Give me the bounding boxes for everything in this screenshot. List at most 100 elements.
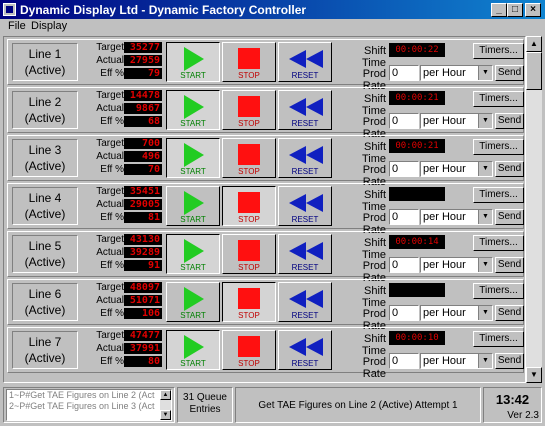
prod-rate-input[interactable]: 0 bbox=[389, 353, 419, 369]
scroll-thumb[interactable] bbox=[526, 52, 542, 90]
send-button[interactable]: Send bbox=[495, 65, 524, 81]
rewind-icon bbox=[289, 146, 323, 164]
chevron-down-icon[interactable]: ▼ bbox=[478, 258, 492, 272]
start-button[interactable]: START bbox=[166, 90, 220, 130]
prod-rate-input[interactable]: 0 bbox=[389, 161, 419, 177]
rate-unit-select[interactable]: per Hour ▼ bbox=[420, 113, 493, 129]
stop-icon bbox=[238, 288, 260, 309]
shift-time-label: Shift Time bbox=[361, 189, 386, 213]
line-status-box[interactable]: Line 4 (Active) bbox=[12, 187, 78, 225]
send-button[interactable]: Send bbox=[495, 257, 524, 273]
rate-unit-select[interactable]: per Hour ▼ bbox=[420, 257, 493, 273]
line-state: (Active) bbox=[24, 207, 66, 221]
timers-button[interactable]: Timers... bbox=[473, 43, 524, 59]
send-button[interactable]: Send bbox=[495, 113, 524, 129]
chevron-down-icon[interactable]: ▼ bbox=[478, 354, 492, 368]
queue-item[interactable]: 1~P#Get TAE Figures on Line 2 (Act bbox=[9, 390, 171, 401]
stop-icon bbox=[238, 240, 260, 261]
lines-panel: Line 1 (Active) Target 35277 Actual 27959 Eff … bbox=[3, 36, 526, 383]
stop-button[interactable]: STOP bbox=[222, 282, 276, 322]
stop-button[interactable]: STOP bbox=[222, 42, 276, 82]
timers-button[interactable]: Timers... bbox=[473, 283, 524, 299]
clock-panel: 13:42 Ver 2.3 bbox=[483, 387, 542, 423]
stop-button[interactable]: STOP bbox=[222, 330, 276, 370]
vertical-scrollbar[interactable]: ▲ ▼ bbox=[526, 36, 542, 383]
queue-list[interactable]: 1~P#Get TAE Figures on Line 2 (Act 2~P#G… bbox=[6, 389, 172, 421]
reset-button[interactable]: RESET bbox=[278, 330, 332, 370]
timers-button[interactable]: Timers... bbox=[473, 187, 524, 203]
stop-button[interactable]: STOP bbox=[222, 186, 276, 226]
start-button[interactable]: START bbox=[166, 42, 220, 82]
reset-button[interactable]: RESET bbox=[278, 234, 332, 274]
start-label: START bbox=[180, 263, 206, 272]
shift-time-display: 00:00:22 bbox=[389, 43, 445, 57]
rewind-icon bbox=[289, 242, 323, 260]
scroll-down-button[interactable]: ▼ bbox=[526, 367, 542, 383]
reset-button[interactable]: RESET bbox=[278, 138, 332, 178]
menu-display[interactable]: Display bbox=[31, 20, 67, 32]
start-button[interactable]: START bbox=[166, 330, 220, 370]
line-status-box[interactable]: Line 3 (Active) bbox=[12, 139, 78, 177]
queue-scroll-up[interactable]: ▲ bbox=[160, 390, 171, 400]
line-status-box[interactable]: Line 1 (Active) bbox=[12, 43, 78, 81]
scroll-up-button[interactable]: ▲ bbox=[526, 36, 542, 52]
chevron-down-icon[interactable]: ▼ bbox=[478, 114, 492, 128]
chevron-down-icon[interactable]: ▼ bbox=[478, 162, 492, 176]
line-status-box[interactable]: Line 2 (Active) bbox=[12, 91, 78, 129]
menu-file[interactable]: File bbox=[8, 20, 26, 32]
rate-unit-select[interactable]: per Hour ▼ bbox=[420, 65, 493, 81]
rate-unit-select[interactable]: per Hour ▼ bbox=[420, 305, 493, 321]
chevron-down-icon[interactable]: ▼ bbox=[478, 210, 492, 224]
app-icon[interactable] bbox=[3, 3, 16, 16]
send-button[interactable]: Send bbox=[495, 353, 524, 369]
prod-rate-input[interactable]: 0 bbox=[389, 65, 419, 81]
send-button[interactable]: Send bbox=[495, 209, 524, 225]
prod-rate-input[interactable]: 0 bbox=[389, 305, 419, 321]
eff-label: Eff % bbox=[100, 116, 124, 127]
rate-unit-value: per Hour bbox=[423, 115, 466, 127]
send-button[interactable]: Send bbox=[495, 305, 524, 321]
start-button[interactable]: START bbox=[166, 186, 220, 226]
actual-label: Actual bbox=[96, 295, 124, 306]
minimize-button[interactable]: _ bbox=[491, 3, 507, 17]
rate-unit-select[interactable]: per Hour ▼ bbox=[420, 353, 493, 369]
start-button[interactable]: START bbox=[166, 234, 220, 274]
queue-item[interactable]: 2~P#Get TAE Figures on Line 3 (Act bbox=[9, 401, 171, 412]
chevron-down-icon[interactable]: ▼ bbox=[478, 66, 492, 80]
timers-button[interactable]: Timers... bbox=[473, 235, 524, 251]
stop-button[interactable]: STOP bbox=[222, 138, 276, 178]
reset-button[interactable]: RESET bbox=[278, 42, 332, 82]
start-label: START bbox=[180, 359, 206, 368]
close-button[interactable]: × bbox=[525, 3, 541, 17]
prod-rate-input[interactable]: 0 bbox=[389, 209, 419, 225]
prod-rate-input[interactable]: 0 bbox=[389, 113, 419, 129]
reset-button[interactable]: RESET bbox=[278, 186, 332, 226]
line-status-box[interactable]: Line 5 (Active) bbox=[12, 235, 78, 273]
reset-button[interactable]: RESET bbox=[278, 90, 332, 130]
send-button[interactable]: Send bbox=[495, 161, 524, 177]
maximize-button[interactable]: □ bbox=[507, 3, 523, 17]
clock: 13:42 bbox=[495, 392, 530, 407]
timers-button[interactable]: Timers... bbox=[473, 91, 524, 107]
stop-button[interactable]: STOP bbox=[222, 234, 276, 274]
line-name: Line 1 bbox=[28, 47, 62, 61]
rate-unit-value: per Hour bbox=[423, 259, 466, 271]
timers-button[interactable]: Timers... bbox=[473, 139, 524, 155]
reset-button[interactable]: RESET bbox=[278, 282, 332, 322]
line-status-box[interactable]: Line 7 (Active) bbox=[12, 331, 78, 369]
stop-button[interactable]: STOP bbox=[222, 90, 276, 130]
queue-scroll-down[interactable]: ▼ bbox=[160, 410, 171, 420]
start-button[interactable]: START bbox=[166, 138, 220, 178]
stop-label: STOP bbox=[238, 359, 260, 368]
rewind-icon bbox=[289, 338, 323, 356]
start-button[interactable]: START bbox=[166, 282, 220, 322]
timers-button[interactable]: Timers... bbox=[473, 331, 524, 347]
line-status-box[interactable]: Line 6 (Active) bbox=[12, 283, 78, 321]
queue-scrollbar[interactable]: ▲ ▼ bbox=[160, 390, 171, 420]
rate-unit-select[interactable]: per Hour ▼ bbox=[420, 209, 493, 225]
prod-rate-input[interactable]: 0 bbox=[389, 257, 419, 273]
chevron-down-icon[interactable]: ▼ bbox=[478, 306, 492, 320]
eff-value: 68 bbox=[124, 116, 162, 127]
shift-time-label: Shift Time bbox=[361, 93, 386, 117]
rate-unit-select[interactable]: per Hour ▼ bbox=[420, 161, 493, 177]
